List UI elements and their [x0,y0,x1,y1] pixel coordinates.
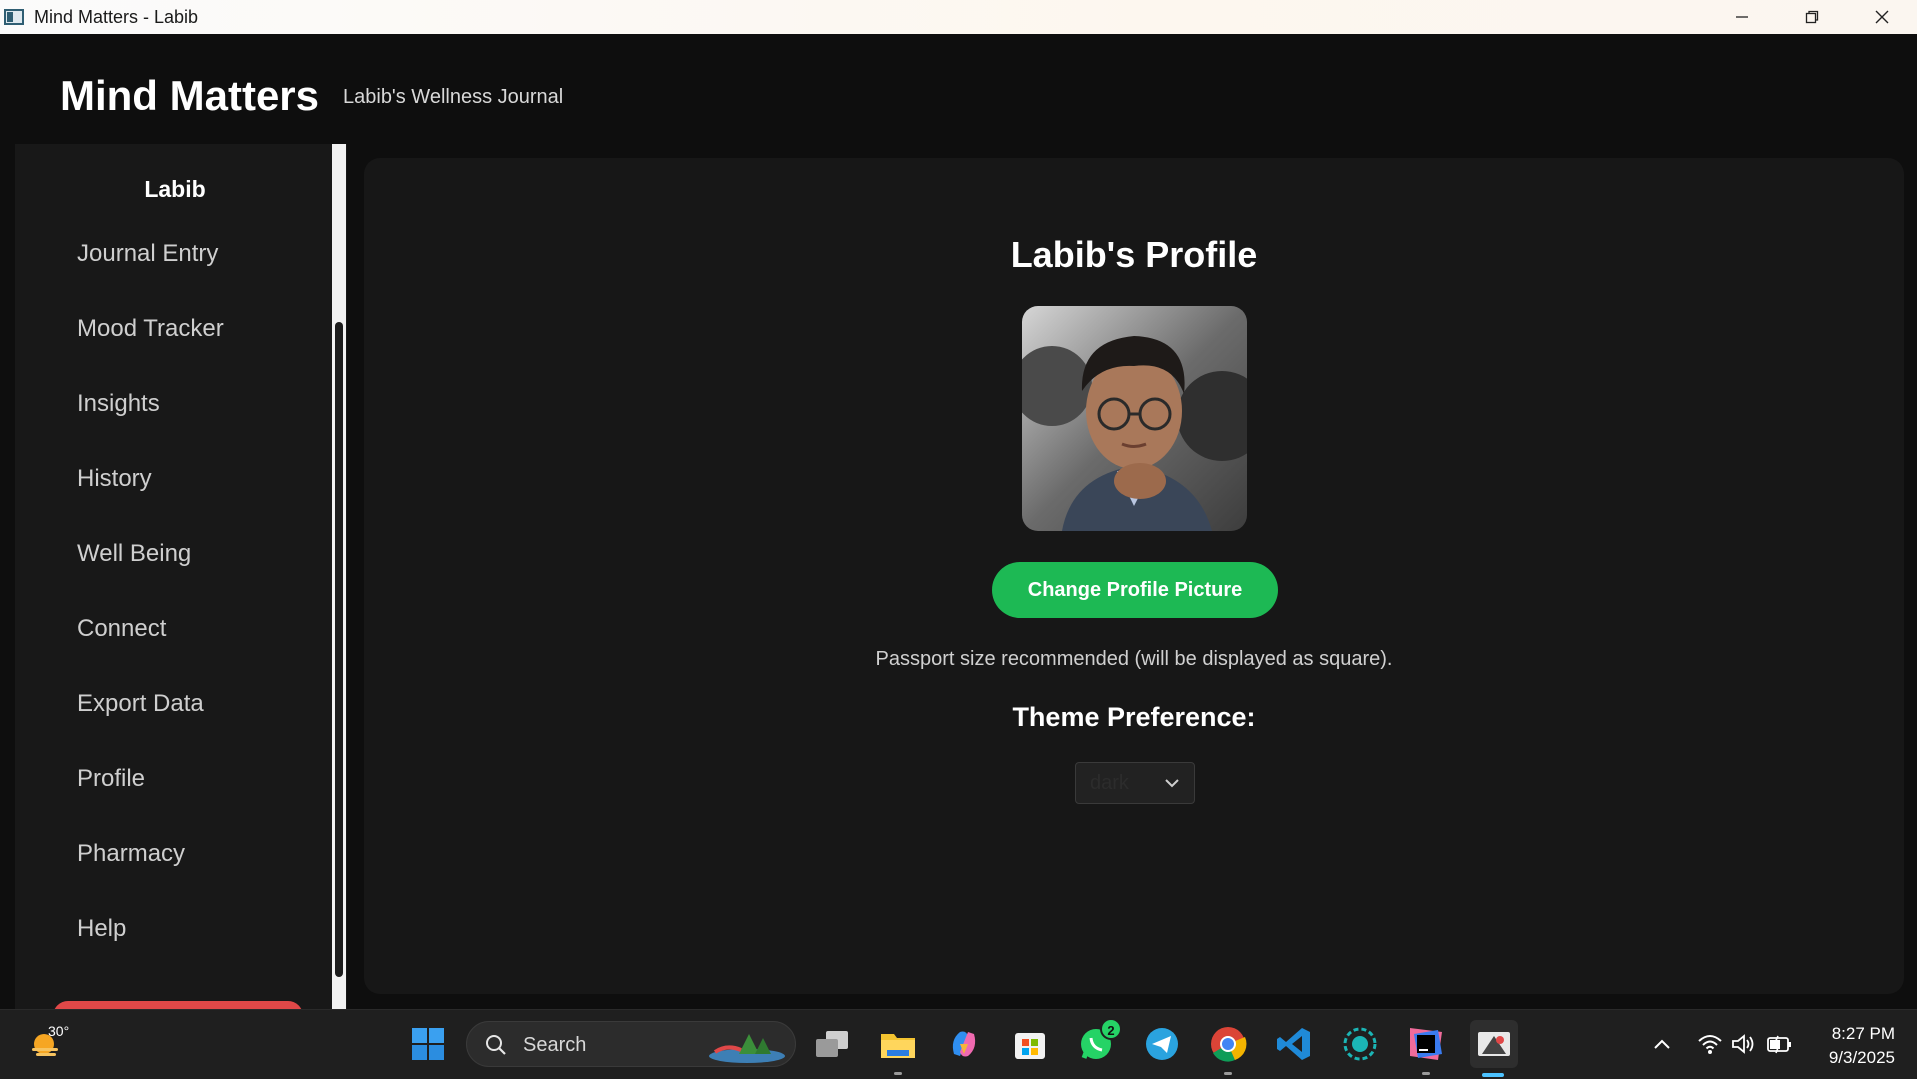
sidebar-item-connect[interactable]: Connect [15,601,335,676]
copilot-icon [952,1031,976,1057]
sidebar-item-export-data[interactable]: Export Data [15,676,335,751]
taskbar-clock[interactable]: 8:27 PM 9/3/2025 [1829,1022,1895,1070]
mind-matters-taskbar-button[interactable] [1470,1020,1518,1077]
taskbar-search[interactable]: Search [466,1021,796,1067]
microsoft-store-button[interactable] [1008,1022,1052,1066]
search-label: Search [523,1034,587,1056]
chevron-down-icon [1165,779,1179,788]
sidebar-item-mood-tracker[interactable]: Mood Tracker [15,301,335,376]
intellij-button[interactable] [1404,1022,1448,1075]
page-title: Labib's Profile [1010,234,1258,275]
profile-panel: Labib's Profile Change Profile Picture P… [364,158,1904,994]
copilot-button[interactable] [942,1022,986,1066]
restore-icon [1805,10,1819,24]
telegram-button[interactable] [1140,1022,1184,1066]
running-indicator [1224,1072,1232,1075]
window-controls [1707,0,1917,34]
windows-logo-icon [412,1028,444,1060]
chrome-button[interactable] [1206,1022,1250,1075]
theme-select-value: dark [1090,771,1129,794]
sidebar-item-profile[interactable]: Profile [15,751,335,826]
sidebar-item-help[interactable]: Help [15,901,335,976]
window-title: Mind Matters - Labib [34,6,199,27]
change-profile-picture-button[interactable]: Change Profile Picture [992,562,1278,618]
file-explorer-button[interactable] [876,1022,920,1075]
sidebar-item-well-being[interactable]: Well Being [15,526,335,601]
active-indicator [1482,1073,1504,1077]
sidebar: Labib Journal Entry Mood Tracker Insight… [15,144,347,1009]
sidebar-item-journal-entry[interactable]: Journal Entry [15,226,335,301]
logout-button[interactable] [53,1001,303,1009]
wifi-icon [1698,1035,1722,1054]
window-titlebar: Mind Matters - Labib [0,0,1917,34]
app-header: Mind Matters Labib's Wellness Journal [0,34,1917,144]
taskbar: 30° Search 2 8:27 PM 9/3/2025 [0,1009,1917,1079]
telegram-icon [1146,1028,1178,1060]
clock-date: 9/3/2025 [1828,1048,1895,1067]
volume-icon [1732,1034,1754,1054]
vscode-button[interactable] [1272,1022,1316,1066]
profile-photo-icon [1022,306,1247,531]
intellij-icon [1410,1028,1442,1060]
screen-recorder-button[interactable] [1338,1022,1382,1066]
close-icon [1875,10,1889,24]
running-indicator [894,1072,902,1075]
show-hidden-icons-button[interactable] [1640,1022,1684,1066]
chevron-up-icon [1654,1039,1670,1049]
avatar [1022,306,1247,531]
start-button[interactable] [406,1022,450,1066]
restore-button[interactable] [1777,0,1847,34]
task-view-icon [816,1031,848,1057]
sidebar-item-pharmacy[interactable]: Pharmacy [15,826,335,901]
minimize-button[interactable] [1707,0,1777,34]
folder-icon [881,1034,915,1058]
sidebar-nav: Journal Entry Mood Tracker Insights Hist… [15,226,335,976]
running-indicator [1422,1072,1430,1075]
close-button[interactable] [1847,0,1917,34]
sidebar-scroll-thumb[interactable] [335,322,343,977]
app-brand: Mind Matters [60,72,320,119]
minimize-icon [1736,16,1748,18]
search-icon [486,1035,506,1055]
search-highlight-icon [709,1034,785,1063]
chrome-icon [1211,1027,1247,1062]
battery-charging-icon [1767,1035,1791,1054]
profile-picture-hint: Passport size recommended (will be displ… [875,648,1393,670]
sidebar-username: Labib [144,176,206,202]
mind-matters-app-icon [1478,1032,1510,1056]
store-icon [1015,1033,1045,1059]
whatsapp-unread-badge: 2 [1100,1018,1122,1040]
theme-preference-label: Theme Preference: [1012,702,1256,732]
app-window-icon [4,9,24,25]
app-window: Mind Matters Labib's Wellness Journal La… [0,34,1917,1009]
record-icon [1343,1027,1377,1061]
sidebar-scrollbar[interactable] [332,144,346,1009]
whatsapp-button[interactable]: 2 [1074,1018,1122,1066]
app-subtitle: Labib's Wellness Journal [343,86,564,108]
sidebar-item-insights[interactable]: Insights [15,376,335,451]
theme-select[interactable]: dark [1075,762,1195,804]
battery-button[interactable] [1758,1022,1802,1066]
clock-time: 8:27 PM [1831,1024,1895,1043]
weather-temperature: 30° [48,1023,70,1039]
sidebar-item-history[interactable]: History [15,451,335,526]
task-view-button[interactable] [810,1022,854,1066]
vscode-icon [1277,1028,1310,1060]
